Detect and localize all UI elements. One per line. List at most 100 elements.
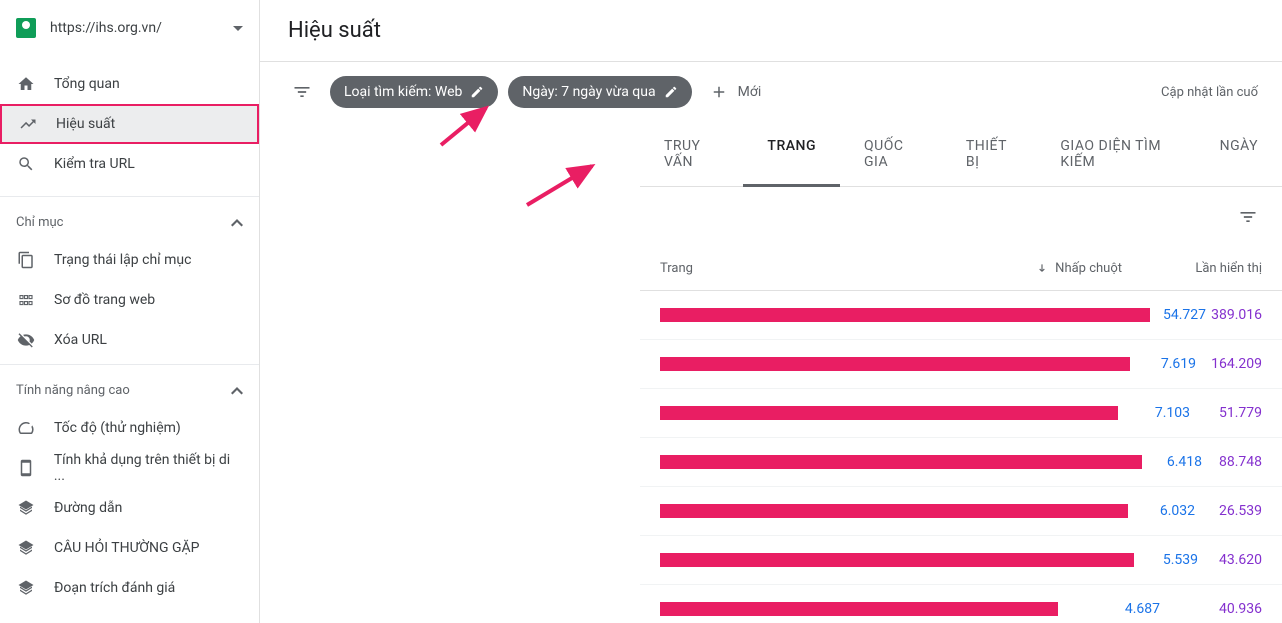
nav-label: Tính khả dụng trên thiết bị di ... (54, 452, 243, 484)
edit-icon (470, 85, 484, 99)
section-title: Tính năng nâng cao (16, 383, 130, 398)
nav-breadcrumbs[interactable]: Đường dẫn (0, 488, 259, 528)
impressions-value: 389.016 (1206, 307, 1262, 323)
layers-icon (16, 578, 36, 598)
col-page-header[interactable]: Trang (660, 261, 982, 276)
page-header: Hiệu suất (260, 0, 1282, 62)
nav-label: CÂU HỎI THƯỜNG GẶP (54, 540, 200, 556)
property-selector[interactable]: https://ihs.org.vn/ (0, 0, 259, 56)
update-text: Cập nhật lần cuố (1161, 85, 1258, 100)
table-row[interactable]: 5.53943.620 (640, 536, 1282, 585)
home-icon (16, 74, 36, 94)
table-row[interactable]: 6.03226.539 (640, 487, 1282, 536)
add-filter[interactable]: Mới (702, 83, 770, 101)
table-tools (640, 187, 1282, 247)
nav-label: Đường dẫn (54, 500, 122, 516)
property-url: https://ihs.org.vn/ (50, 20, 233, 36)
col-clicks-label: Nhấp chuột (1055, 261, 1122, 276)
nav-faq[interactable]: CÂU HỎI THƯỜNG GẶP (0, 528, 259, 568)
trending-icon (18, 114, 38, 134)
redacted-url (660, 406, 1118, 420)
sort-down-icon (1035, 262, 1049, 276)
impressions-value: 88.748 (1202, 454, 1262, 470)
page-cell (660, 308, 1150, 322)
tab-pages[interactable]: TRANG (743, 122, 840, 186)
table-row[interactable]: 54.727389.016 (640, 291, 1282, 340)
filter-bar: Loại tìm kiếm: Web Ngày: 7 ngày vừa qua … (260, 62, 1282, 122)
sitemap-icon (16, 290, 36, 310)
chip-label: Loại tìm kiếm: Web (344, 84, 462, 100)
nav-label: Đoạn trích đánh giá (54, 580, 175, 596)
nav-coverage[interactable]: Trạng thái lập chỉ mục (0, 240, 259, 280)
nav-removals[interactable]: Xóa URL (0, 320, 259, 360)
nav-label: Xóa URL (54, 332, 107, 348)
page-cell (660, 357, 1130, 371)
col-impressions-header[interactable]: Lần hiển thị (1122, 261, 1262, 276)
table-row[interactable]: 7.10351.779 (640, 389, 1282, 438)
clicks-value: 5.539 (1134, 552, 1198, 568)
chevron-up-icon (231, 387, 243, 395)
nav-label: Trạng thái lập chỉ mục (54, 252, 191, 268)
nav-speed[interactable]: Tốc độ (thử nghiệm) (0, 408, 259, 448)
pages-icon (16, 250, 36, 270)
redacted-url (660, 602, 1058, 616)
nav-label: Tốc độ (thử nghiệm) (54, 420, 181, 436)
table-row[interactable]: 4.68740.936 (640, 585, 1282, 623)
tabs: TRUY VẤN TRANG QUỐC GIA THIẾT BỊ GIAO DI… (640, 122, 1282, 187)
table-row[interactable]: 7.619164.209 (640, 340, 1282, 389)
page-cell (660, 406, 1118, 420)
main-content: Hiệu suất Loại tìm kiếm: Web Ngày: 7 ngà… (260, 0, 1282, 623)
clicks-value: 7.619 (1130, 356, 1196, 372)
tab-search-appearance[interactable]: GIAO DIỆN TÌM KIẾM (1036, 122, 1195, 186)
impressions-value: 26.539 (1195, 503, 1262, 519)
dropdown-icon (233, 26, 243, 31)
hidden-icon (16, 330, 36, 350)
sidebar: https://ihs.org.vn/ Tổng quan Hiệu suất (0, 0, 260, 623)
clicks-value: 54.727 (1150, 307, 1206, 323)
nav-sitemaps[interactable]: Sơ đồ trang web (0, 280, 259, 320)
filter-list-icon[interactable] (1230, 199, 1266, 235)
nav-review[interactable]: Đoạn trích đánh giá (0, 568, 259, 608)
plus-icon (710, 83, 728, 101)
page-cell (660, 553, 1134, 567)
impressions-value: 164.209 (1196, 356, 1262, 372)
section-index[interactable]: Chỉ mục (0, 201, 259, 240)
page-cell (660, 602, 1058, 616)
nav-url-inspect[interactable]: Kiểm tra URL (0, 144, 259, 184)
redacted-url (660, 357, 1130, 371)
nav-performance[interactable]: Hiệu suất (0, 104, 259, 144)
tab-dates[interactable]: NGÀY (1196, 122, 1282, 186)
section-enhancements[interactable]: Tính năng nâng cao (0, 369, 259, 408)
col-clicks-header[interactable]: Nhấp chuột (982, 261, 1122, 276)
nav-label: Sơ đồ trang web (54, 292, 155, 308)
chip-date[interactable]: Ngày: 7 ngày vừa qua (508, 76, 691, 108)
chevron-up-icon (231, 219, 243, 227)
impressions-value: 40.936 (1160, 601, 1262, 617)
mobile-icon (16, 458, 36, 478)
page-title: Hiệu suất (288, 18, 1254, 43)
nav-overview[interactable]: Tổng quan (0, 64, 259, 104)
nav-mobile[interactable]: Tính khả dụng trên thiết bị di ... (0, 448, 259, 488)
tab-devices[interactable]: THIẾT BỊ (942, 122, 1037, 186)
impressions-value: 51.779 (1190, 405, 1262, 421)
clicks-value: 6.032 (1128, 503, 1195, 519)
redacted-url (660, 455, 1142, 469)
redacted-url (660, 308, 1150, 322)
property-icon (16, 18, 36, 38)
redacted-url (660, 553, 1134, 567)
page-cell (660, 455, 1142, 469)
clicks-value: 4.687 (1058, 601, 1160, 617)
search-icon (16, 154, 36, 174)
layers-icon (16, 538, 36, 558)
section-title: Chỉ mục (16, 215, 63, 230)
chip-search-type[interactable]: Loại tìm kiếm: Web (330, 76, 498, 108)
clicks-value: 7.103 (1118, 405, 1190, 421)
impressions-value: 43.620 (1198, 552, 1262, 568)
table-header: Trang Nhấp chuột Lần hiển thị (640, 247, 1282, 291)
tab-countries[interactable]: QUỐC GIA (840, 122, 942, 186)
filter-icon[interactable] (284, 74, 320, 110)
table-row[interactable]: 6.41888.748 (640, 438, 1282, 487)
tab-queries[interactable]: TRUY VẤN (640, 122, 743, 186)
redacted-url (660, 504, 1128, 518)
clicks-value: 6.418 (1142, 454, 1202, 470)
